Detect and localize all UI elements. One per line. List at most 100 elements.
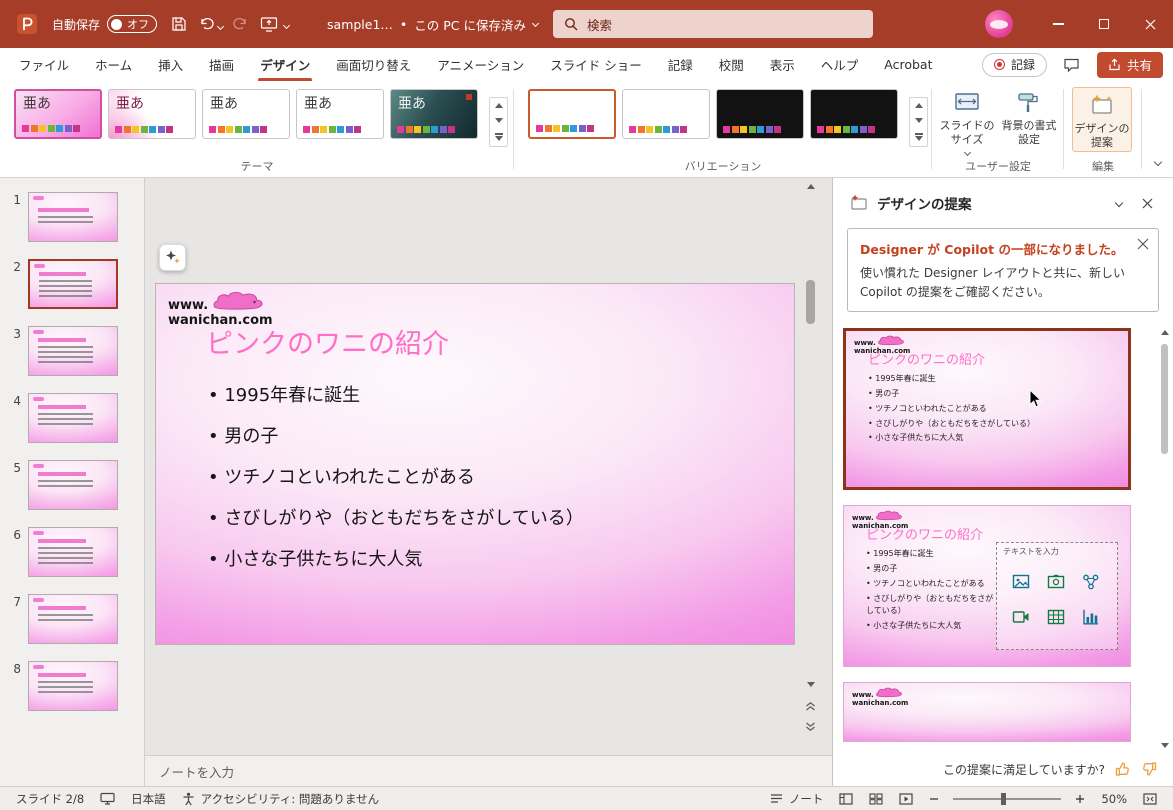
document-title[interactable]: sample1… • この PC に保存済み	[327, 15, 540, 34]
fit-to-window-icon[interactable]	[1135, 787, 1165, 810]
tab-transitions[interactable]: 画面切り替え	[323, 48, 424, 81]
notice-close-icon[interactable]	[1137, 238, 1149, 250]
slide-thumbnail-1[interactable]: 1	[0, 192, 144, 242]
variant-4[interactable]	[810, 89, 898, 139]
present-display-icon[interactable]	[254, 0, 284, 48]
tab-insert[interactable]: 挿入	[145, 48, 196, 81]
thumbs-up-icon[interactable]	[1115, 761, 1131, 777]
themes-scroll-control[interactable]	[489, 97, 508, 147]
maximize-button[interactable]	[1081, 0, 1127, 48]
minimize-button[interactable]	[1035, 0, 1081, 48]
theme-white-1[interactable]: 亜あ	[202, 89, 290, 139]
display-settings-icon[interactable]	[92, 787, 123, 810]
slide-thumbnail-8[interactable]: 8	[0, 661, 144, 711]
slide-thumbnail-2-selected[interactable]: 2	[0, 259, 144, 309]
slide-thumbnail-4[interactable]: 4	[0, 393, 144, 443]
language-indicator[interactable]: 日本語	[123, 787, 174, 810]
vertical-scrollbar[interactable]	[803, 180, 818, 753]
design-suggestion-1-selected[interactable]: www. wanichan.com ピンクのワニの紹介 1995年春に誕生 男の…	[843, 328, 1131, 491]
variant-1-selected[interactable]	[528, 89, 616, 139]
design-ideas-button[interactable]: デザインの提案	[1072, 87, 1132, 152]
slide-thumbnail-panel[interactable]: 1 2 3 4 5 6 7 8	[0, 178, 145, 786]
notes-toggle[interactable]: ノート	[762, 787, 832, 810]
scroll-up-icon[interactable]	[914, 103, 923, 109]
slide-size-button[interactable]: スライドのサイズ	[936, 85, 998, 156]
design-suggestion-2[interactable]: www. wanichan.com ピンクのワニの紹介 1995年春に誕生 男の…	[843, 505, 1131, 668]
tab-help[interactable]: ヘルプ	[808, 48, 872, 81]
themes-more-icon[interactable]	[494, 133, 503, 141]
autosave-toggle[interactable]: 自動保存 オフ	[52, 15, 158, 33]
undo-dropdown-icon[interactable]	[216, 22, 225, 30]
variants-more-icon[interactable]	[914, 133, 923, 141]
scroll-down-icon[interactable]	[806, 682, 815, 687]
design-suggestion-3-partial[interactable]: www. wanichan.com	[843, 682, 1131, 743]
zoom-out-icon[interactable]	[921, 787, 947, 810]
variant-3[interactable]	[716, 89, 804, 139]
slide-thumbnail-6[interactable]: 6	[0, 527, 144, 577]
share-icon	[1108, 58, 1121, 71]
pane-dropdown-icon[interactable]	[1109, 193, 1129, 213]
share-button[interactable]: 共有	[1096, 51, 1163, 78]
theme-dark-teal[interactable]: 亜あ	[390, 89, 478, 139]
tab-draw[interactable]: 描画	[196, 48, 247, 81]
designer-float-button[interactable]	[159, 244, 186, 271]
pane-scrollbar[interactable]	[1158, 330, 1171, 748]
theme-wave[interactable]: 亜あ	[108, 89, 196, 139]
comments-button[interactable]	[1057, 52, 1087, 78]
tab-slideshow[interactable]: スライド ショー	[537, 48, 654, 81]
design-suggestions-list: www. wanichan.com ピンクのワニの紹介 1995年春に誕生 男の…	[833, 324, 1173, 752]
scroll-down-icon[interactable]	[1160, 743, 1169, 748]
slide-thumbnail-7[interactable]: 7	[0, 594, 144, 644]
autosave-switch[interactable]: オフ	[107, 15, 158, 33]
normal-view-icon[interactable]	[831, 787, 861, 810]
close-button[interactable]	[1127, 0, 1173, 48]
zoom-slider[interactable]	[953, 792, 1062, 805]
scroll-up-icon[interactable]	[806, 184, 815, 189]
account-avatar[interactable]	[985, 10, 1013, 38]
accessibility-status[interactable]: アクセシビリティ: 問題ありません	[174, 787, 387, 810]
scroll-down-icon[interactable]	[914, 118, 923, 124]
slide-thumbnail-5[interactable]: 5	[0, 460, 144, 510]
powerpoint-icon[interactable]	[10, 0, 44, 48]
scroll-up-icon[interactable]	[494, 103, 503, 109]
tab-record[interactable]: 記録	[655, 48, 706, 81]
quick-access-dropdown-icon[interactable]	[282, 21, 291, 29]
tab-view[interactable]: 表示	[757, 48, 808, 81]
slide-thumbnail-3[interactable]: 3	[0, 326, 144, 376]
notes-input[interactable]: ノートを入力	[145, 755, 832, 786]
tab-acrobat[interactable]: Acrobat	[871, 48, 945, 81]
slideshow-view-icon[interactable]	[891, 787, 921, 810]
search-box[interactable]: 検索	[553, 10, 873, 38]
collapse-ribbon-icon[interactable]	[1153, 154, 1163, 168]
scrollbar-thumb[interactable]	[806, 280, 815, 324]
slide-indicator[interactable]: スライド 2/8	[8, 787, 92, 810]
record-button[interactable]: 記録	[981, 52, 1047, 77]
chart-icon	[1080, 606, 1102, 628]
tab-design[interactable]: デザイン	[247, 48, 323, 81]
variants-scroll-control[interactable]	[909, 97, 928, 147]
scroll-up-icon[interactable]	[1160, 330, 1169, 336]
variant-2[interactable]	[622, 89, 710, 139]
previous-slide-button[interactable]	[805, 702, 816, 711]
theme-white-2[interactable]: 亜あ	[296, 89, 384, 139]
pane-close-icon[interactable]	[1137, 193, 1157, 213]
theme-pink-selected[interactable]: 亜あ	[14, 89, 102, 139]
tab-animations[interactable]: アニメーション	[424, 48, 537, 81]
slide-body-text[interactable]: 1995年春に誕生 男の子 ツチノコといわれたことがある さびしがりや（おともだ…	[208, 381, 583, 586]
tab-home[interactable]: ホーム	[82, 48, 145, 81]
save-icon[interactable]	[165, 0, 193, 48]
tab-review[interactable]: 校閲	[706, 48, 757, 81]
scrollbar-thumb[interactable]	[1161, 344, 1168, 455]
slide-sorter-view-icon[interactable]	[861, 787, 891, 810]
slide-canvas[interactable]: www. wanichan.com ピンクのワニの紹介 1995年春に誕生 男の…	[145, 178, 832, 755]
slide-title[interactable]: ピンクのワニの紹介	[206, 322, 449, 361]
current-slide[interactable]: www. wanichan.com ピンクのワニの紹介 1995年春に誕生 男の…	[155, 283, 795, 645]
scroll-down-icon[interactable]	[494, 118, 503, 124]
zoom-in-icon[interactable]	[1067, 787, 1093, 810]
tab-file[interactable]: ファイル	[6, 48, 82, 81]
zoom-percentage[interactable]: 50%	[1093, 787, 1135, 810]
next-slide-button[interactable]	[805, 722, 816, 731]
zoom-slider-thumb[interactable]	[1000, 792, 1006, 805]
format-background-button[interactable]: 背景の書式設定	[998, 85, 1060, 155]
thumbs-down-icon[interactable]	[1141, 761, 1157, 777]
